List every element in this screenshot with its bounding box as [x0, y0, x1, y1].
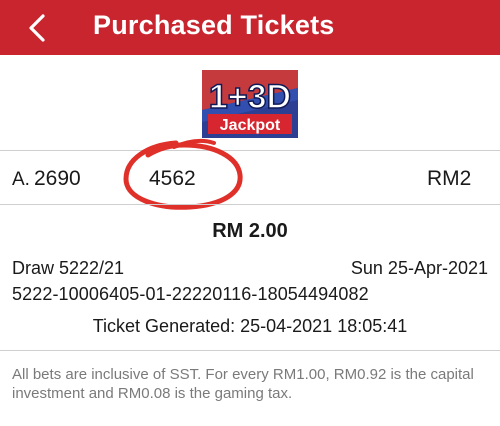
bet-amount: RM2	[427, 167, 472, 190]
logo-main-text: 1+3D	[209, 78, 291, 116]
draw-number: Draw 5222/21	[12, 258, 125, 278]
app-header: Purchased Tickets	[0, 0, 500, 55]
page-title: Purchased Tickets	[93, 10, 335, 40]
bet-letter: A.	[12, 169, 30, 190]
logo-sub-text: Jackpot	[220, 117, 281, 134]
draw-date: Sun 25-Apr-2021	[350, 258, 488, 278]
total-amount: RM 2.00	[212, 220, 288, 242]
divider-top	[0, 150, 500, 151]
bet-number-1: 2690	[34, 167, 81, 190]
ticket-generated: Ticket Generated: 25-04-2021 18:05:41	[92, 316, 408, 336]
ticket-id: 5222-10006405-01-22220116-18054494082	[12, 284, 369, 304]
bet-row: A. 2690 4562 RM2	[0, 161, 500, 199]
divider-middle	[0, 204, 500, 205]
bet-number-2: 4562	[149, 167, 196, 190]
divider-bottom	[0, 350, 500, 351]
game-logo: 1+3D Jackpot	[202, 70, 298, 138]
back-button[interactable]	[24, 12, 52, 44]
chevron-left-icon	[29, 14, 45, 42]
disclaimer-text: All bets are inclusive of SST. For every…	[12, 366, 474, 402]
